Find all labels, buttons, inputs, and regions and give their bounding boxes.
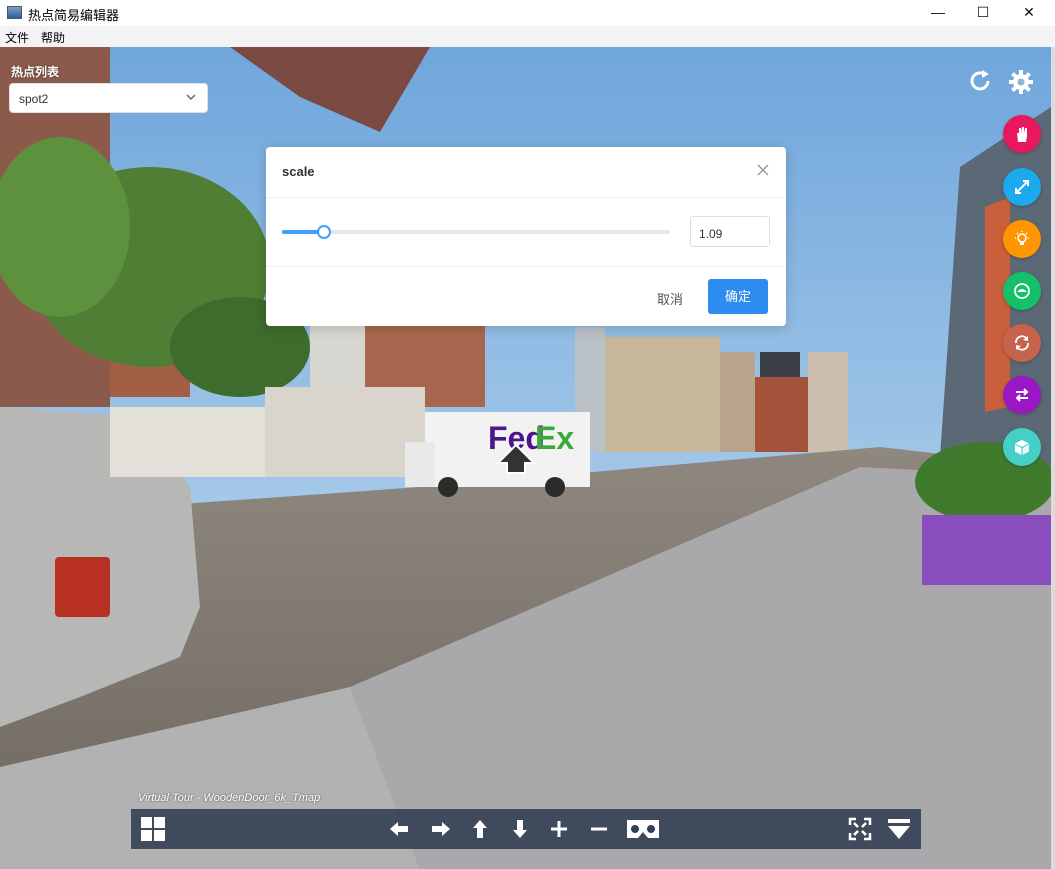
right-arrow-icon[interactable] [431,819,451,839]
hotspot-list-label: 热点列表 [11,65,60,79]
hand-button[interactable] [1003,115,1041,153]
gear-icon[interactable] [1008,69,1034,95]
resize-icon [1015,180,1029,194]
bulb-icon [1015,231,1029,245]
cancel-button[interactable]: 取消 [646,289,694,308]
scale-dialog: scale 1.09 取消 确定 [266,147,786,326]
minimize-button[interactable]: — [915,0,961,26]
rotate-button[interactable] [1003,324,1041,362]
chevron-down-icon [186,94,196,101]
hide-bar-icon[interactable] [887,817,911,841]
window-scroll-edge [1051,47,1055,869]
scale-slider-thumb[interactable] [316,225,331,239]
menu-help[interactable]: 帮助 [41,29,65,46]
zoom-in-icon[interactable] [549,819,569,839]
svg-text:Ex: Ex [535,420,574,456]
close-button[interactable]: ✕ [1006,0,1052,26]
confirm-button[interactable]: 确定 [708,279,768,314]
app-icon [7,6,22,19]
zoom-out-icon[interactable] [589,819,609,839]
swap-button[interactable] [1003,376,1041,414]
scale-value-input[interactable]: 1.09 [690,216,770,247]
up-arrow-icon[interactable] [470,819,490,839]
menu-file[interactable]: 文件 [5,29,29,46]
dialog-title: scale [282,164,315,179]
eye-button[interactable] [1003,272,1041,310]
fullscreen-icon[interactable] [848,817,872,841]
hotspot-select-value: spot2 [19,92,49,106]
menubar: 文件 帮助 [0,26,1055,47]
dialog-footer-divider [266,266,786,267]
panorama-viewport[interactable]: Fed Ex 热点列表 spot2 scale 1.09 取消 确定 Virtu… [0,47,1051,869]
tour-toolbar [131,809,921,849]
window-titlebar: 热点简易编辑器 — ☐ ✕ [0,0,1055,26]
close-icon[interactable] [756,163,770,177]
tour-title-label: Virtual Tour - WoodenDoor_6k_Tmap [138,792,321,804]
swap-icon [1015,388,1029,402]
rotate-icon [1015,335,1029,351]
hand-icon [1017,127,1027,142]
window-title: 热点简易编辑器 [28,8,120,23]
resize-button[interactable] [1003,168,1041,206]
dialog-header-divider [266,197,786,198]
cube-icon [1015,440,1029,455]
thumbs-icon[interactable] [140,816,166,842]
refresh-icon[interactable] [968,69,994,95]
down-arrow-icon[interactable] [510,819,530,839]
vr-icon[interactable] [625,817,661,841]
scale-slider[interactable] [282,225,670,239]
bulb-button[interactable] [1003,220,1041,258]
left-arrow-icon[interactable] [389,819,409,839]
maximize-button[interactable]: ☐ [960,0,1006,26]
hotspot-select[interactable]: spot2 [9,83,208,113]
eye-icon [1014,283,1030,299]
cube-button[interactable] [1003,428,1041,466]
